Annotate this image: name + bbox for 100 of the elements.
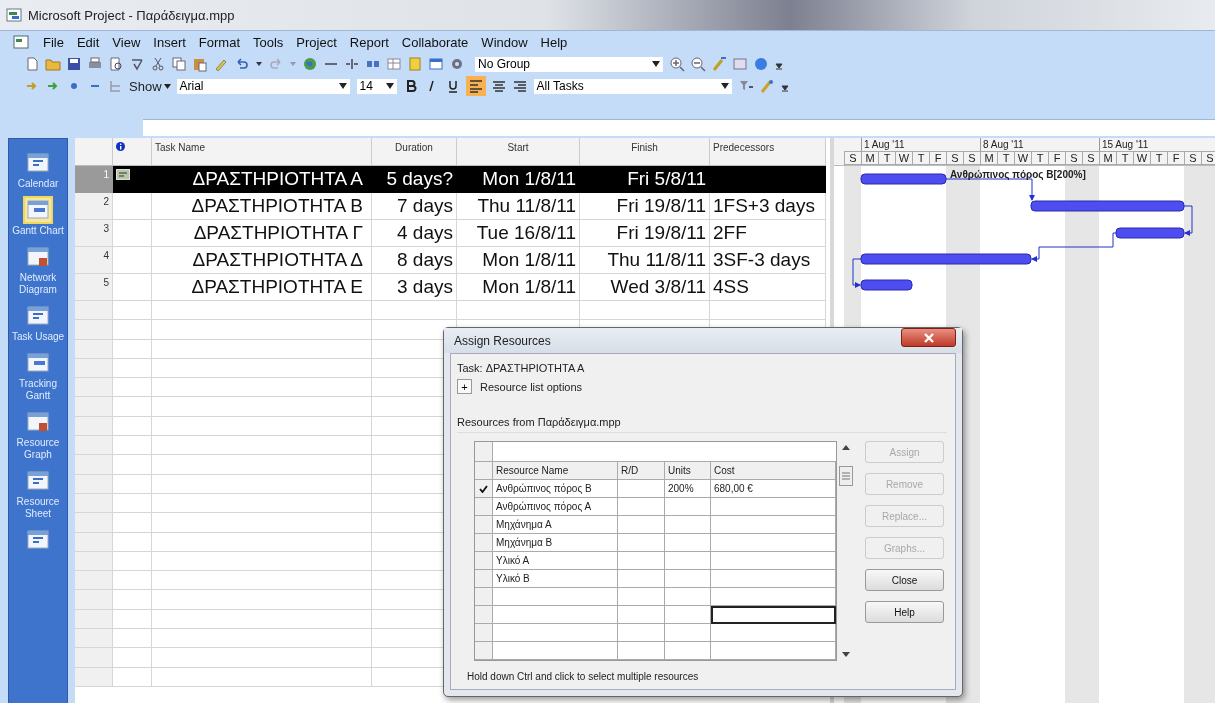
day-label: S [963, 151, 980, 165]
row-number[interactable]: 5 [75, 274, 113, 301]
day-label: S [1201, 151, 1215, 165]
dialog-title: Assign Resources [454, 333, 551, 348]
day-label: F [1167, 151, 1184, 165]
duration-cell: 5 days? [372, 166, 457, 193]
day-label: M [980, 151, 997, 165]
resource-grid[interactable]: Resource Name R/D Units Cost Ανθρώπινος πόρος Β 200% 680,00 € Ανθρώπινος πόρος Α Μηχάνημα Α Μηχάνημα Β Υλικό Α Υλικό Β [474, 441, 837, 661]
menu-item[interactable]: File [43, 34, 64, 50]
menu-item[interactable]: Project [296, 34, 337, 50]
finish-cell: Wed 3/8/11 [580, 274, 710, 301]
task-label: Task: ΔΡΑΣΤΗΡΙΟΤΗΤΑ Α [457, 362, 586, 376]
task-name-cell: ΔΡΑΣΤΗΡΙΟΤΗΤΑ Β [152, 193, 372, 220]
day-label: W [1133, 151, 1150, 165]
dialog-button[interactable]: Help [865, 601, 944, 623]
day-label: T [1031, 151, 1048, 165]
task-name-cell: ΔΡΑΣΤΗΡΙΟΤΗΤΑ Ε [152, 274, 372, 301]
view-button[interactable]: Gantt Chart [9, 198, 67, 237]
day-label: T [1150, 151, 1167, 165]
menu-item[interactable]: View [112, 34, 141, 50]
column-header[interactable]: Resource Name [493, 462, 618, 480]
week-label: 1 Aug '11 [861, 138, 980, 151]
column-header[interactable]: Units [665, 462, 711, 480]
resource-name-cell: Μηχάνημα Β [493, 534, 618, 552]
day-label: T [1116, 151, 1133, 165]
day-label: T [912, 151, 929, 165]
duration-cell: 4 days [372, 220, 457, 247]
day-label: S [1184, 151, 1201, 165]
resource-name-cell: Μηχάνημα Α [493, 516, 618, 534]
day-label: S [1082, 151, 1099, 165]
filter-dropdown[interactable]: All Tasks [532, 77, 733, 95]
day-label: S [946, 151, 963, 165]
view-button[interactable]: Resource Graph [9, 410, 67, 461]
predecessors-cell: 1FS+3 days [710, 193, 826, 220]
duration-cell: 3 days [372, 274, 457, 301]
day-label: F [929, 151, 946, 165]
finish-cell: Fri 19/8/11 [580, 193, 710, 220]
window-title: Microsoft Project - Παράδειγμα.mpp [28, 7, 235, 23]
column-header[interactable]: Task Name [152, 138, 372, 166]
resource-name-cell: Ανθρώπινος πόρος Β [493, 480, 618, 498]
menu-item[interactable]: Report [349, 34, 389, 50]
finish-cell: Thu 11/8/11 [580, 247, 710, 274]
menu-item[interactable]: Help [540, 34, 568, 50]
view-button[interactable]: Network Diagram [9, 245, 67, 296]
row-number[interactable]: 3 [75, 220, 113, 247]
start-cell: Mon 1/8/11 [457, 247, 580, 274]
column-header[interactable]: Finish [580, 138, 710, 166]
predecessors-cell: 2FF [710, 220, 826, 247]
group-dropdown[interactable]: No Group [474, 55, 664, 73]
task-name-cell: ΔΡΑΣΤΗΡΙΟΤΗΤΑ Δ [152, 247, 372, 274]
day-label: M [1099, 151, 1116, 165]
menu-item[interactable]: Format [198, 34, 240, 50]
font-dropdown[interactable]: Arial [175, 77, 351, 95]
view-button[interactable]: Resource Sheet [9, 469, 67, 520]
column-header[interactable]: Cost [711, 462, 836, 480]
day-label: W [895, 151, 912, 165]
duration-cell: 7 days [372, 193, 457, 220]
font-size-dropdown[interactable]: 14 [355, 77, 398, 95]
resource-name-cell: Υλικό Α [493, 552, 618, 570]
row-number[interactable]: 2 [75, 193, 113, 220]
view-button[interactable]: Task Usage [9, 304, 67, 343]
resource-name-cell: Υλικό Β [493, 570, 618, 588]
column-header[interactable]: Start [457, 138, 580, 166]
task-name-cell: ΔΡΑΣΤΗΡΙΟΤΗΤΑ Γ [152, 220, 372, 247]
cost-cell: 680,00 € [711, 480, 836, 498]
column-header[interactable]: Duration [372, 138, 457, 166]
show-button[interactable]: Show [129, 78, 171, 94]
day-label: S [1065, 151, 1082, 165]
menu-item[interactable]: Window [481, 34, 528, 50]
menu-item[interactable]: Insert [153, 34, 186, 50]
predecessors-cell: 4SS [710, 274, 826, 301]
duration-cell: 8 days [372, 247, 457, 274]
day-label: F [1048, 151, 1065, 165]
week-label: 8 Aug '11 [980, 138, 1099, 151]
finish-cell: Fri 5/8/11 [580, 166, 710, 193]
dialog-button[interactable]: Close [865, 569, 944, 591]
finish-cell: Fri 19/8/11 [580, 220, 710, 247]
start-cell: Thu 11/8/11 [457, 193, 580, 220]
menu-item[interactable]: Tools [253, 34, 284, 50]
column-header[interactable]: Predecessors [710, 138, 826, 166]
view-button[interactable]: Calendar [9, 151, 67, 190]
week-label: 15 Aug '11 [1099, 138, 1215, 151]
day-label: T [878, 151, 895, 165]
options-label: Resource list options [480, 380, 583, 393]
day-label: T [997, 151, 1014, 165]
expand-button[interactable]: + [457, 379, 472, 394]
view-button[interactable]: Tracking Gantt [9, 351, 67, 402]
day-label: W [1014, 151, 1031, 165]
predecessors-cell: 3SF-3 days [710, 247, 826, 274]
resource-name-cell: Ανθρώπινος πόρος Α [493, 498, 618, 516]
menu-item[interactable]: Collaborate [401, 34, 469, 50]
start-cell: Mon 1/8/11 [457, 166, 580, 193]
task-name-cell: ΔΡΑΣΤΗΡΙΟΤΗΤΑ Α [152, 166, 372, 193]
hint-text: Hold down Ctrl and click to select multiple resources [467, 671, 700, 682]
menu-item[interactable]: Edit [76, 34, 100, 50]
row-number[interactable]: 4 [75, 247, 113, 274]
resource-label: Ανθρώπινος πόρος Β[200%] [950, 169, 1086, 180]
start-cell: Mon 1/8/11 [457, 274, 580, 301]
column-header[interactable]: R/D [618, 462, 665, 480]
start-cell: Tue 16/8/11 [457, 220, 580, 247]
